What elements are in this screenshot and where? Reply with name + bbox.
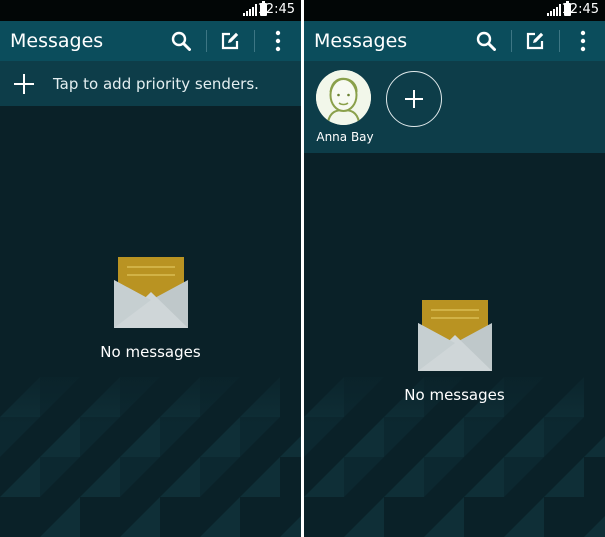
action-divider (511, 30, 512, 52)
priority-senders-prompt: Tap to add priority senders. (53, 75, 259, 93)
messages-screen-with-priority-sender: 12:45 Messages Anna Bay No messages (304, 0, 605, 537)
action-bar: Messages (0, 21, 301, 61)
no-messages-label: No messages (404, 386, 505, 404)
more-options-icon (275, 30, 281, 52)
search-icon (476, 31, 496, 51)
plus-icon (14, 74, 34, 94)
compose-button[interactable] (210, 21, 250, 61)
compose-icon (221, 32, 239, 50)
add-priority-sender-button[interactable] (386, 71, 442, 127)
status-bar: 12:45 (0, 0, 301, 21)
avatar (316, 70, 371, 125)
signal-icon (243, 4, 257, 16)
signal-icon (547, 4, 561, 16)
messages-screen-empty: 12:45 Messages Tap to add priority sende… (0, 0, 301, 537)
more-options-button[interactable] (258, 21, 298, 61)
app-title: Messages (10, 30, 104, 52)
add-priority-senders-bar[interactable]: Tap to add priority senders. (0, 61, 301, 106)
message-list: No messages (304, 153, 605, 537)
search-icon (171, 31, 191, 51)
action-divider (254, 30, 255, 52)
more-options-button[interactable] (563, 21, 603, 61)
app-title: Messages (314, 30, 408, 52)
search-button[interactable] (161, 21, 201, 61)
status-bar: 12:45 (304, 0, 605, 21)
more-options-icon (580, 30, 586, 52)
status-time: 12:45 (561, 2, 599, 17)
action-divider (559, 30, 560, 52)
plus-icon (405, 90, 423, 108)
contact-name: Anna Bay (316, 130, 374, 144)
status-time: 12:45 (257, 2, 295, 17)
empty-state: No messages (304, 299, 605, 404)
envelope-icon (417, 300, 492, 371)
message-list: No messages (0, 106, 301, 537)
no-messages-label: No messages (100, 343, 201, 361)
priority-senders-bar: Anna Bay (304, 61, 605, 153)
envelope-icon (113, 257, 188, 328)
compose-button[interactable] (515, 21, 555, 61)
action-bar: Messages (304, 21, 605, 61)
priority-sender-contact[interactable]: Anna Bay (316, 70, 374, 150)
search-button[interactable] (466, 21, 506, 61)
compose-icon (526, 32, 544, 50)
action-divider (206, 30, 207, 52)
empty-state: No messages (0, 256, 301, 361)
avatar-face-icon (316, 70, 371, 125)
background-pattern (0, 357, 301, 537)
